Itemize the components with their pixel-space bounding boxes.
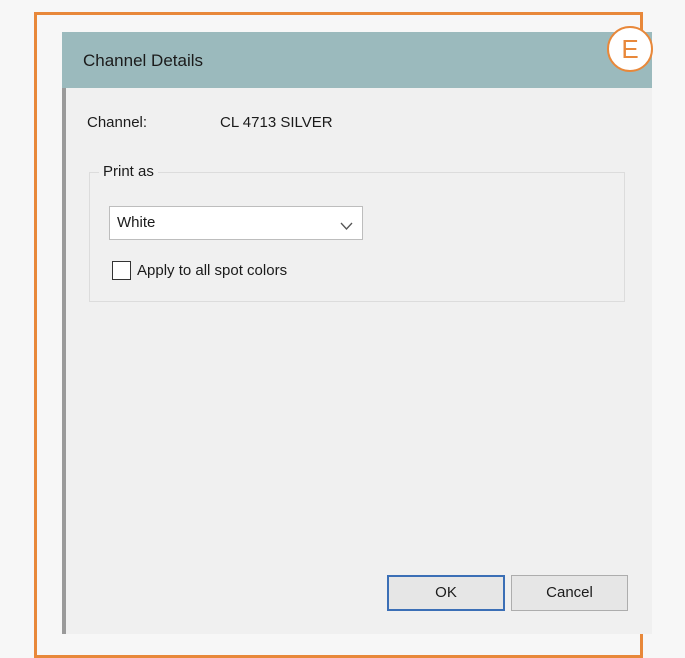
dialog-title: Channel Details — [83, 51, 204, 70]
channel-details-dialog: Channel Details Channel: CL 4713 SILVER … — [62, 32, 652, 634]
dialog-titlebar[interactable]: Channel Details — [62, 32, 652, 88]
print-as-legend: Print as — [99, 163, 158, 180]
channel-label: Channel: — [87, 114, 148, 131]
chevron-down-icon — [340, 218, 353, 235]
callout-badge: E — [607, 26, 653, 72]
apply-all-label[interactable]: Apply to all spot colors — [137, 262, 287, 279]
print-as-selected-value: White — [117, 214, 156, 231]
apply-all-checkbox[interactable] — [112, 261, 131, 280]
dialog-left-edge — [62, 32, 66, 634]
cancel-button[interactable]: Cancel — [511, 575, 628, 611]
channel-value: CL 4713 SILVER — [220, 114, 333, 131]
print-as-dropdown[interactable]: White — [109, 206, 363, 240]
ok-button[interactable]: OK — [387, 575, 505, 611]
